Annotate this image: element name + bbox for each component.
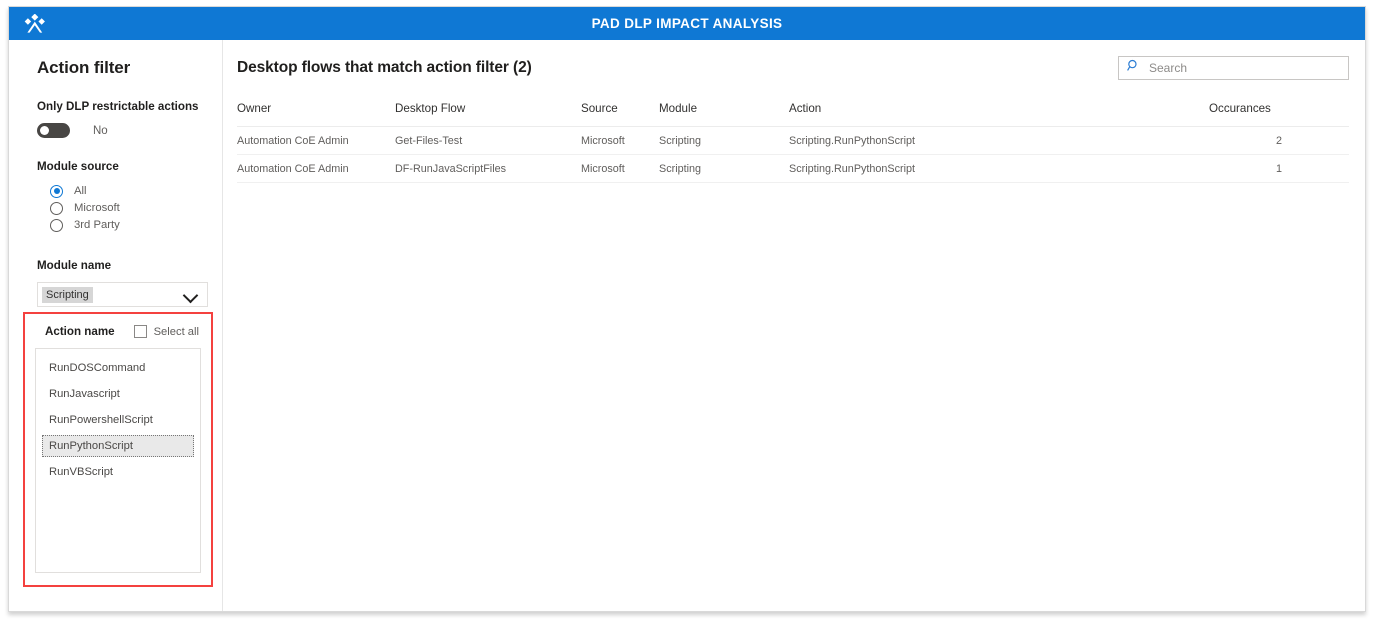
cell-module: Scripting xyxy=(659,126,789,155)
module-name-dropdown[interactable]: Scripting xyxy=(37,282,208,307)
cell-occurances: 1 xyxy=(1209,154,1349,183)
select-all-control[interactable]: Select all xyxy=(133,325,199,338)
desktop-flows-table: Owner Desktop Flow Source Module Action … xyxy=(237,102,1349,183)
action-name-label: Action name xyxy=(45,325,115,338)
action-list-item[interactable]: RunVBScript xyxy=(42,461,194,483)
table-body: Automation CoE Admin Get-Files-Test Micr… xyxy=(237,126,1349,183)
column-header-owner[interactable]: Owner xyxy=(237,102,395,127)
search-input[interactable]: Search xyxy=(1118,56,1349,80)
app-header: PAD DLP IMPACT ANALYSIS xyxy=(9,7,1365,40)
radio-label-all: All xyxy=(74,185,87,197)
dlp-restrictable-toggle[interactable] xyxy=(37,123,70,138)
table-row: Automation CoE Admin DF-RunJavaScriptFil… xyxy=(237,154,1349,183)
search-placeholder: Search xyxy=(1149,61,1188,75)
dlp-toggle-state: No xyxy=(93,124,108,137)
search-icon xyxy=(1127,59,1140,77)
table-header: Owner Desktop Flow Source Module Action … xyxy=(237,102,1349,127)
table-row: Automation CoE Admin Get-Files-Test Micr… xyxy=(237,126,1349,155)
cell-module: Scripting xyxy=(659,154,789,183)
column-header-module[interactable]: Module xyxy=(659,102,789,127)
cell-desktop-flow[interactable]: Get-Files-Test xyxy=(395,126,581,155)
radio-label-microsoft: Microsoft xyxy=(74,202,120,214)
radio-icon-all xyxy=(50,184,63,198)
radio-option-3rd-party[interactable]: 3rd Party xyxy=(37,217,208,233)
action-name-highlight-box: Action name Select all RunDOSCommand Run… xyxy=(23,312,213,587)
radio-label-3rd-party: 3rd Party xyxy=(74,219,120,231)
panel-title: Action filter xyxy=(37,58,131,77)
action-list-item[interactable]: RunJavascript xyxy=(42,383,194,405)
action-list-item[interactable]: RunPowershellScript xyxy=(42,409,194,431)
cell-source: Microsoft xyxy=(581,154,659,183)
select-all-checkbox[interactable] xyxy=(133,325,147,338)
radio-icon-microsoft xyxy=(50,201,63,215)
column-header-action[interactable]: Action xyxy=(789,102,1209,127)
dlp-toggle-row: No xyxy=(37,123,208,138)
action-list-item-selected[interactable]: RunPythonScript xyxy=(42,435,194,457)
app-window: PAD DLP IMPACT ANALYSIS Action filter On… xyxy=(8,6,1366,612)
action-name-listbox[interactable]: RunDOSCommand RunJavascript RunPowershel… xyxy=(35,348,201,573)
column-header-occurances[interactable]: Occurances xyxy=(1209,102,1349,127)
column-header-source[interactable]: Source xyxy=(581,102,659,127)
cell-action: Scripting.RunPythonScript xyxy=(789,126,1209,155)
table-header-row: Owner Desktop Flow Source Module Action … xyxy=(237,102,1349,127)
cell-action: Scripting.RunPythonScript xyxy=(789,154,1209,183)
module-source-radio-group: All Microsoft 3rd Party xyxy=(37,183,208,233)
cell-occurances: 2 xyxy=(1209,126,1349,155)
chevron-down-icon xyxy=(183,290,199,300)
module-source-label: Module source xyxy=(37,160,119,173)
cell-source: Microsoft xyxy=(581,126,659,155)
radio-option-microsoft[interactable]: Microsoft xyxy=(37,200,208,216)
action-list-item[interactable]: RunDOSCommand xyxy=(42,357,194,379)
screenshot-root: PAD DLP IMPACT ANALYSIS Action filter On… xyxy=(0,0,1374,633)
module-name-label: Module name xyxy=(37,259,112,272)
module-name-value: Scripting xyxy=(42,286,93,303)
dlp-toggle-label: Only DLP restrictable actions xyxy=(37,100,199,113)
cell-owner[interactable]: Automation CoE Admin xyxy=(237,154,395,183)
app-title: PAD DLP IMPACT ANALYSIS xyxy=(591,16,783,31)
action-name-header: Action name Select all xyxy=(35,325,201,338)
cell-owner[interactable]: Automation CoE Admin xyxy=(237,126,395,155)
cell-desktop-flow[interactable]: DF-RunJavaScriptFiles xyxy=(395,154,581,183)
main-header: Desktop flows that match action filter (… xyxy=(237,56,1349,80)
app-body: Action filter Only DLP restrictable acti… xyxy=(9,40,1365,611)
column-header-desktop-flow[interactable]: Desktop Flow xyxy=(395,102,581,127)
toggle-knob xyxy=(40,126,49,135)
radio-icon-3rd-party xyxy=(50,218,63,232)
action-filter-sidebar: Action filter Only DLP restrictable acti… xyxy=(9,40,223,611)
results-title: Desktop flows that match action filter (… xyxy=(237,59,532,76)
main-content: Desktop flows that match action filter (… xyxy=(223,40,1365,611)
select-all-label: Select all xyxy=(153,325,199,338)
radio-option-all[interactable]: All xyxy=(37,183,208,199)
